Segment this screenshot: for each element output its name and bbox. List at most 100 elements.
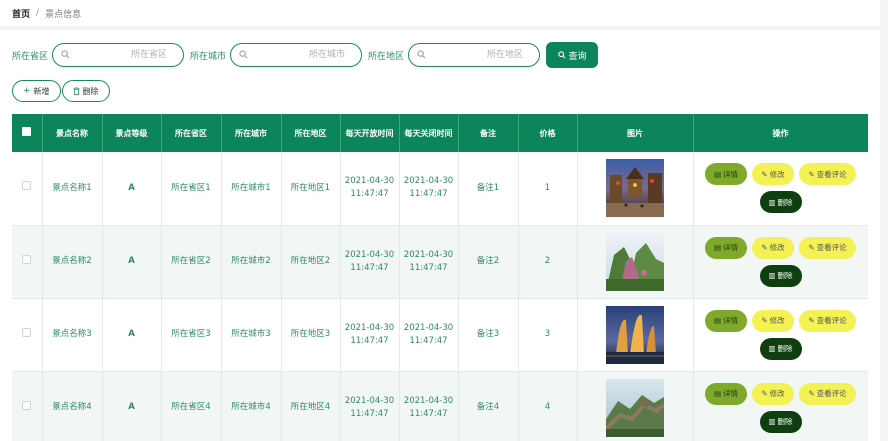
city-cell: 所在城市4 (221, 371, 282, 441)
scenic-photo-great-wall[interactable] (606, 378, 664, 437)
row-checkbox[interactable] (22, 327, 32, 337)
column-header: 备注 (458, 114, 519, 152)
view-reviews-button[interactable]: ✎ 查看评论 (799, 382, 856, 405)
close-clock: 11:47:47 (409, 335, 448, 346)
query-button[interactable]: 查询 (546, 42, 599, 68)
detail-button[interactable]: ▤ 详情 (705, 309, 747, 332)
city-input[interactable] (231, 44, 362, 66)
column-header: 价格 (518, 114, 578, 152)
edit-button[interactable]: ✎ 修改 (752, 236, 794, 259)
image-cell (577, 298, 694, 372)
row-select-cell[interactable] (12, 152, 43, 226)
detail-button[interactable]: ▤ 详情 (705, 382, 747, 405)
edit-button[interactable]: ✎ 修改 (752, 163, 794, 186)
province-label: 所在省区 (12, 51, 49, 62)
province-search-box (52, 43, 185, 67)
open-clock: 11:47:47 (350, 262, 389, 273)
table-row: 景点名称4 A 所在省区4 所在城市4 所在地区4 2021-04-30 11:4… (12, 371, 868, 441)
scenic-photo-night-towers[interactable] (606, 305, 664, 364)
scenic-photo-mountains[interactable] (606, 232, 664, 291)
pencil-icon: ✎ (761, 389, 768, 398)
delete-button[interactable]: ▥ 删除 (759, 410, 802, 433)
row-checkbox[interactable] (22, 181, 32, 191)
row-select-cell[interactable] (12, 225, 43, 299)
main-panel: 所在省区 所在城市 所在地区 查询 + 新增 (0, 30, 880, 441)
delete-button[interactable]: ▥ 删除 (759, 264, 802, 287)
note-cell: 备注2 (458, 225, 519, 299)
district-label: 所在地区 (368, 51, 405, 62)
district-input[interactable] (409, 44, 540, 66)
open-time-cell: 2021-04-30 11:47:47 (340, 298, 400, 372)
plus-icon: + (23, 86, 31, 96)
detail-button[interactable]: ▤ 详情 (705, 236, 747, 259)
page: 首页 / 景点信息 所在省区 所在城市 所在地区 查询 (0, 0, 888, 441)
grade-cell: A (102, 371, 162, 441)
province-cell: 所在省区4 (161, 371, 222, 441)
edit-button-label: 修改 (769, 169, 785, 179)
breadcrumb-separator: / (36, 8, 40, 18)
document-icon: ▤ (713, 389, 722, 398)
toolbar: + 新增 删除 (12, 80, 110, 102)
note-cell: 备注3 (458, 298, 519, 372)
edit-button[interactable]: ✎ 修改 (752, 382, 794, 405)
close-time-cell: 2021-04-30 11:47:47 (399, 371, 459, 441)
trash-icon: ▥ (768, 417, 776, 426)
district-cell: 所在地区2 (281, 225, 341, 299)
price-cell: 3 (518, 298, 578, 372)
select-all-cell[interactable] (12, 114, 43, 152)
delete-button-label: 删除 (777, 271, 793, 280)
view-reviews-button[interactable]: ✎ 查看评论 (799, 163, 856, 186)
document-icon: ▤ (713, 169, 722, 179)
delete-button[interactable]: ▥ 删除 (759, 337, 802, 360)
breadcrumb-home[interactable]: 首页 (12, 7, 30, 20)
scenic-photo-old-town[interactable] (606, 159, 664, 218)
province-cell: 所在省区2 (161, 225, 222, 299)
column-header: 景点名称 (42, 114, 103, 152)
add-button-label: 新增 (33, 86, 50, 96)
row-select-cell[interactable] (12, 371, 43, 441)
open-clock: 11:47:47 (350, 189, 389, 200)
district-cell: 所在地区1 (281, 152, 341, 226)
price-cell: 2 (518, 225, 578, 299)
detail-button[interactable]: ▤ 详情 (705, 163, 747, 186)
city-cell: 所在城市3 (221, 298, 282, 372)
column-header: 所在地区 (281, 114, 341, 152)
pencil-icon: ✎ (808, 243, 815, 252)
city-cell: 所在城市1 (221, 152, 282, 226)
edit-button-label: 修改 (769, 316, 785, 325)
batch-delete-button-label: 删除 (82, 86, 99, 96)
view-reviews-button[interactable]: ✎ 查看评论 (799, 309, 856, 332)
province-cell: 所在省区3 (161, 298, 222, 372)
column-header: 所在省区 (161, 114, 222, 152)
batch-delete-button[interactable]: 删除 (61, 80, 110, 102)
grade-cell: A (102, 225, 162, 299)
open-clock: 11:47:47 (350, 408, 389, 419)
pencil-icon: ✎ (808, 316, 815, 325)
province-input[interactable] (53, 44, 184, 66)
grade-cell: A (102, 152, 162, 226)
edit-button-label: 修改 (769, 243, 785, 252)
detail-button-label: 详情 (723, 389, 739, 398)
district-cell: 所在地区3 (281, 298, 341, 372)
row-checkbox[interactable] (22, 400, 32, 410)
edit-button[interactable]: ✎ 修改 (752, 309, 794, 332)
row-actions: ▤ 详情 ✎ 修改 ✎ 查看评论 ▥ 删除 (694, 236, 868, 287)
view-reviews-button[interactable]: ✎ 查看评论 (799, 236, 856, 259)
row-actions: ▤ 详情 ✎ 修改 ✎ 查看评论 ▥ 删除 (694, 382, 868, 433)
trash-icon: ▥ (768, 271, 776, 280)
open-time-cell: 2021-04-30 11:47:47 (340, 152, 400, 226)
magnifier-icon (417, 50, 426, 59)
open-date: 2021-04-30 (344, 395, 395, 406)
breadcrumb-current: 景点信息 (45, 9, 82, 20)
close-date: 2021-04-30 (403, 322, 454, 333)
row-checkbox[interactable] (22, 254, 32, 264)
select-all-checkbox[interactable] (22, 126, 32, 136)
view-reviews-button-label: 查看评论 (816, 316, 847, 325)
pencil-icon: ✎ (761, 243, 768, 252)
delete-button[interactable]: ▥ 删除 (759, 191, 802, 214)
operations-cell: ▤ 详情 ✎ 修改 ✎ 查看评论 ▥ 删除 (693, 371, 868, 441)
add-button[interactable]: + 新增 (12, 80, 61, 102)
column-header: 所在城市 (221, 114, 282, 152)
row-select-cell[interactable] (12, 298, 43, 372)
delete-button-label: 删除 (777, 344, 793, 353)
